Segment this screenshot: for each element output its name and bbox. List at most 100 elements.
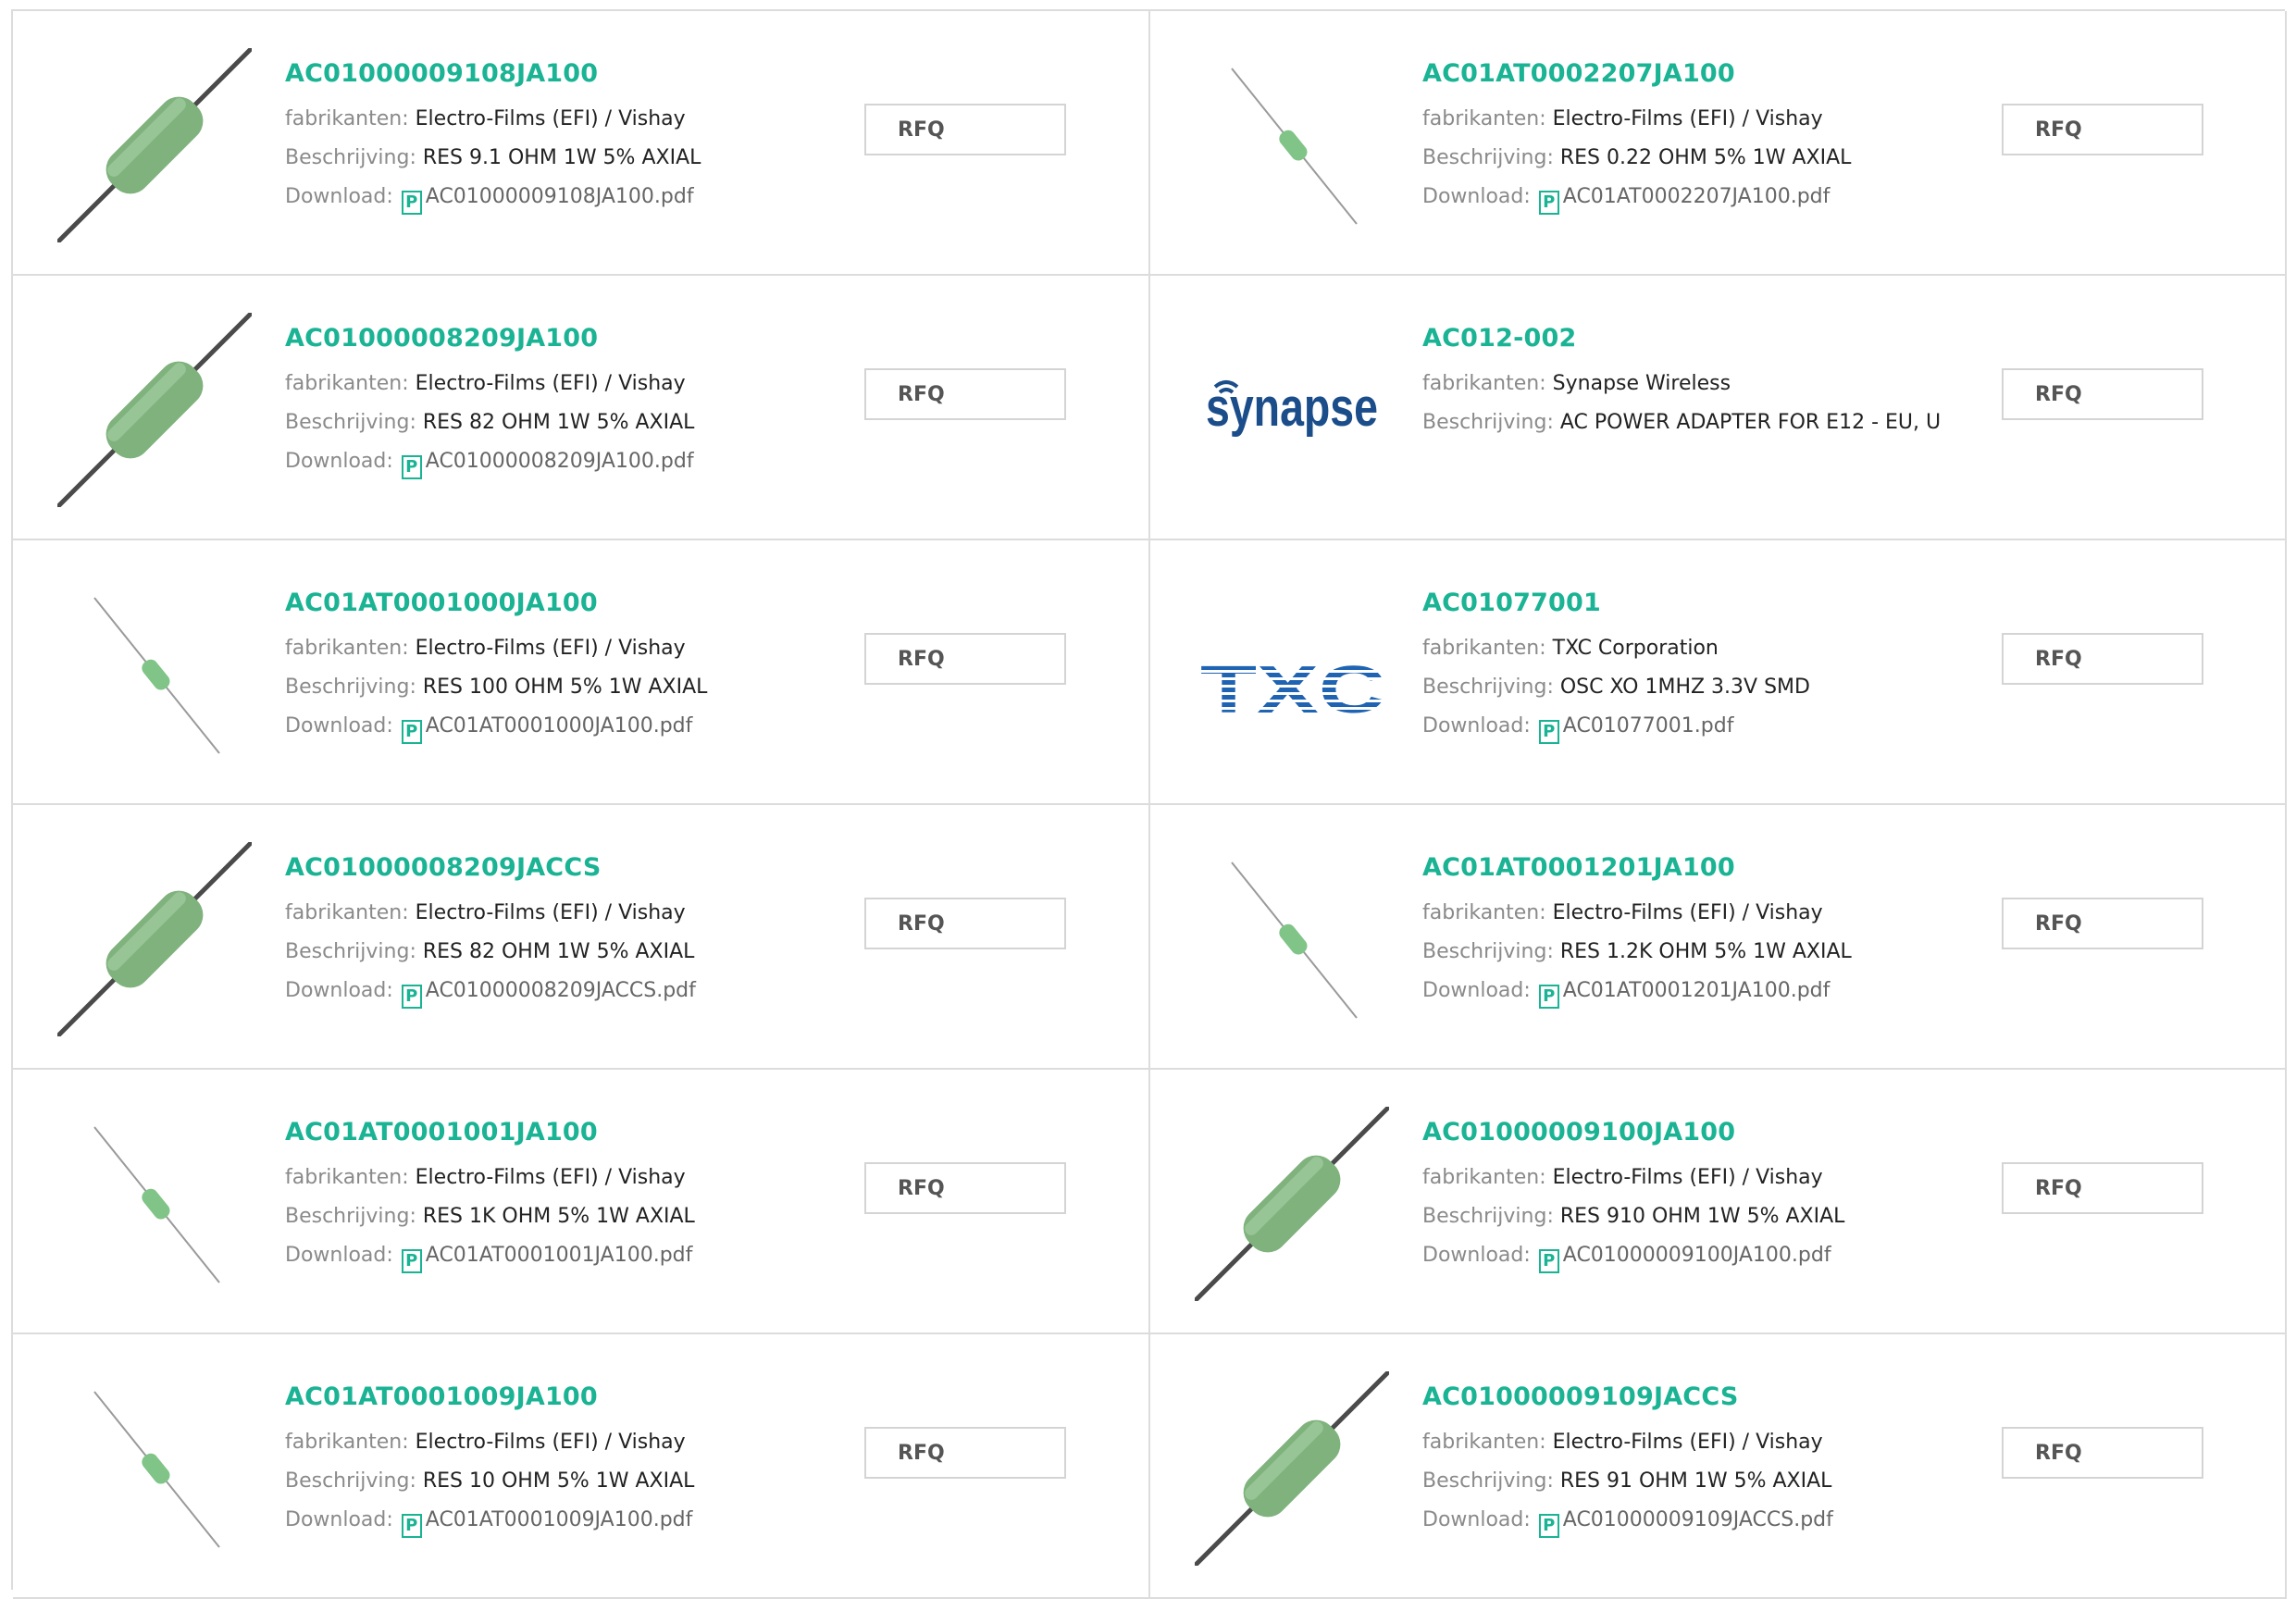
rfq-button[interactable]: RFQ (864, 1427, 1066, 1479)
product-info: AC012-002 fabrikanten: Synapse Wireless … (1422, 322, 1980, 442)
download-row: Download: P AC01AT0001001JA100.pdf (285, 1236, 843, 1275)
part-number-link[interactable]: AC012-002 (1422, 322, 1980, 355)
product-image[interactable] (1195, 842, 1389, 1036)
datasheet-link[interactable]: AC01AT0001201JA100.pdf (1563, 979, 1831, 1002)
description-row: Beschrijving: RES 9.1 OHM 1W 5% AXIAL (285, 139, 843, 178)
datasheet-link[interactable]: AC01AT0001009JA100.pdf (426, 1508, 693, 1531)
pdf-icon[interactable]: P (1538, 985, 1559, 1009)
part-number-link[interactable]: AC01000008209JACCS (285, 851, 843, 885)
download-label: Download: (285, 185, 393, 208)
manufacturer-label: fabrikanten: (285, 901, 409, 924)
product-image[interactable] (57, 577, 252, 772)
description-value: RES 100 OHM 5% 1W AXIAL (422, 676, 708, 699)
pdf-icon[interactable]: P (401, 720, 422, 744)
product-info: AC01AT0001000JA100 fabrikanten: Electro-… (285, 587, 843, 746)
download-row: Download: P AC01AT0002207JA100.pdf (1422, 178, 1980, 217)
product-image[interactable] (1195, 1107, 1389, 1301)
datasheet-link[interactable]: AC01077001.pdf (1563, 714, 1734, 738)
manufacturer-row: fabrikanten: Electro-Films (EFI) / Visha… (1422, 100, 1980, 139)
pdf-icon[interactable]: P (401, 1249, 422, 1273)
pdf-icon[interactable]: P (1538, 720, 1559, 744)
part-number-link[interactable]: AC01AT0001001JA100 (285, 1116, 843, 1149)
download-label: Download: (1422, 1244, 1531, 1267)
pdf-icon[interactable]: P (1538, 1249, 1559, 1273)
download-label: Download: (285, 1508, 393, 1531)
resistor-icon (1195, 1371, 1389, 1566)
download-row: Download: P AC01AT0001009JA100.pdf (285, 1501, 843, 1540)
manufacturer-value: Electro-Films (EFI) / Vishay (1552, 1431, 1823, 1454)
description-value: RES 0.22 OHM 5% 1W AXIAL (1559, 146, 1852, 169)
product-card: AC01000008209JACCS fabrikanten: Electro-… (13, 805, 1150, 1070)
product-image[interactable]: synapse (1195, 313, 1389, 507)
resistor-icon (57, 313, 252, 507)
manufacturer-value: Electro-Films (EFI) / Vishay (415, 1166, 686, 1189)
rfq-button[interactable]: RFQ (864, 898, 1066, 949)
rfq-button[interactable]: RFQ (2002, 898, 2203, 949)
description-label: Beschrijving: (1422, 1205, 1554, 1228)
pdf-icon[interactable]: P (1538, 1514, 1559, 1538)
datasheet-link[interactable]: AC01AT0002207JA100.pdf (1563, 185, 1831, 208)
product-card: AC01AT0001000JA100 fabrikanten: Electro-… (13, 540, 1150, 805)
product-image[interactable] (57, 1107, 252, 1301)
rfq-button[interactable]: RFQ (2002, 368, 2203, 420)
product-image[interactable] (57, 48, 252, 242)
rfq-button[interactable]: RFQ (2002, 1162, 2203, 1214)
manufacturer-row: fabrikanten: Electro-Films (EFI) / Visha… (285, 365, 843, 403)
product-image[interactable] (57, 842, 252, 1036)
product-image[interactable] (1195, 48, 1389, 242)
part-number-link[interactable]: AC01077001 (1422, 587, 1980, 620)
product-card: AC01AT0001001JA100 fabrikanten: Electro-… (13, 1070, 1150, 1334)
part-number-link[interactable]: AC01000009109JACCS (1422, 1381, 1980, 1414)
product-image[interactable]: TXC (1195, 577, 1389, 772)
datasheet-link[interactable]: AC01000009109JACCS.pdf (1563, 1508, 1833, 1531)
rfq-button[interactable]: RFQ (2002, 633, 2203, 685)
product-card: AC01AT0002207JA100 fabrikanten: Electro-… (1150, 11, 2287, 276)
download-row: Download: P AC01000008209JACCS.pdf (285, 972, 843, 1010)
product-image[interactable] (57, 1371, 252, 1566)
manufacturer-label: fabrikanten: (285, 637, 409, 660)
rfq-button[interactable]: RFQ (2002, 1427, 2203, 1479)
product-card: AC01000009109JACCS fabrikanten: Electro-… (1150, 1334, 2287, 1599)
download-row: Download: P AC01077001.pdf (1422, 707, 1980, 746)
rfq-button[interactable]: RFQ (864, 633, 1066, 685)
pdf-icon[interactable]: P (401, 985, 422, 1009)
manufacturer-row: fabrikanten: Electro-Films (EFI) / Visha… (285, 1423, 843, 1462)
part-number-link[interactable]: AC01000009108JA100 (285, 57, 843, 91)
rfq-button[interactable]: RFQ (864, 104, 1066, 155)
description-value: RES 82 OHM 1W 5% AXIAL (422, 411, 695, 434)
description-value: RES 1.2K OHM 5% 1W AXIAL (1559, 940, 1852, 963)
pdf-icon[interactable]: P (401, 1514, 422, 1538)
pdf-icon[interactable]: P (401, 191, 422, 215)
download-row: Download: P AC01000009108JA100.pdf (285, 178, 843, 217)
product-info: AC01AT0002207JA100 fabrikanten: Electro-… (1422, 57, 1980, 217)
resistor-icon (1231, 68, 1358, 225)
part-number-link[interactable]: AC01000008209JA100 (285, 322, 843, 355)
description-row: Beschrijving: RES 0.22 OHM 5% 1W AXIAL (1422, 139, 1980, 178)
description-label: Beschrijving: (285, 411, 416, 434)
product-info: AC01AT0001201JA100 fabrikanten: Electro-… (1422, 851, 1980, 1010)
part-number-link[interactable]: AC01AT0001009JA100 (285, 1381, 843, 1414)
product-image[interactable] (1195, 1371, 1389, 1566)
pdf-icon[interactable]: P (1538, 191, 1559, 215)
part-number-link[interactable]: AC01AT0002207JA100 (1422, 57, 1980, 91)
rfq-button[interactable]: RFQ (864, 368, 1066, 420)
datasheet-link[interactable]: AC01000009108JA100.pdf (426, 185, 694, 208)
product-image[interactable] (57, 313, 252, 507)
description-value: RES 9.1 OHM 1W 5% AXIAL (422, 146, 701, 169)
datasheet-link[interactable]: AC01000008209JA100.pdf (426, 450, 694, 473)
datasheet-link[interactable]: AC01000009100JA100.pdf (1563, 1244, 1831, 1267)
manufacturer-label: fabrikanten: (1422, 637, 1546, 660)
product-info: AC01AT0001009JA100 fabrikanten: Electro-… (285, 1381, 843, 1540)
part-number-link[interactable]: AC01AT0001000JA100 (285, 587, 843, 620)
datasheet-link[interactable]: AC01AT0001001JA100.pdf (426, 1244, 693, 1267)
datasheet-link[interactable]: AC01000008209JACCS.pdf (426, 979, 696, 1002)
manufacturer-label: fabrikanten: (285, 1431, 409, 1454)
pdf-icon[interactable]: P (401, 455, 422, 479)
part-number-link[interactable]: AC01000009100JA100 (1422, 1116, 1980, 1149)
rfq-button[interactable]: RFQ (864, 1162, 1066, 1214)
datasheet-link[interactable]: AC01AT0001000JA100.pdf (426, 714, 693, 738)
manufacturer-value: Synapse Wireless (1552, 372, 1731, 395)
part-number-link[interactable]: AC01AT0001201JA100 (1422, 851, 1980, 885)
description-row: Beschrijving: OSC XO 1MHZ 3.3V SMD (1422, 668, 1980, 707)
rfq-button[interactable]: RFQ (2002, 104, 2203, 155)
